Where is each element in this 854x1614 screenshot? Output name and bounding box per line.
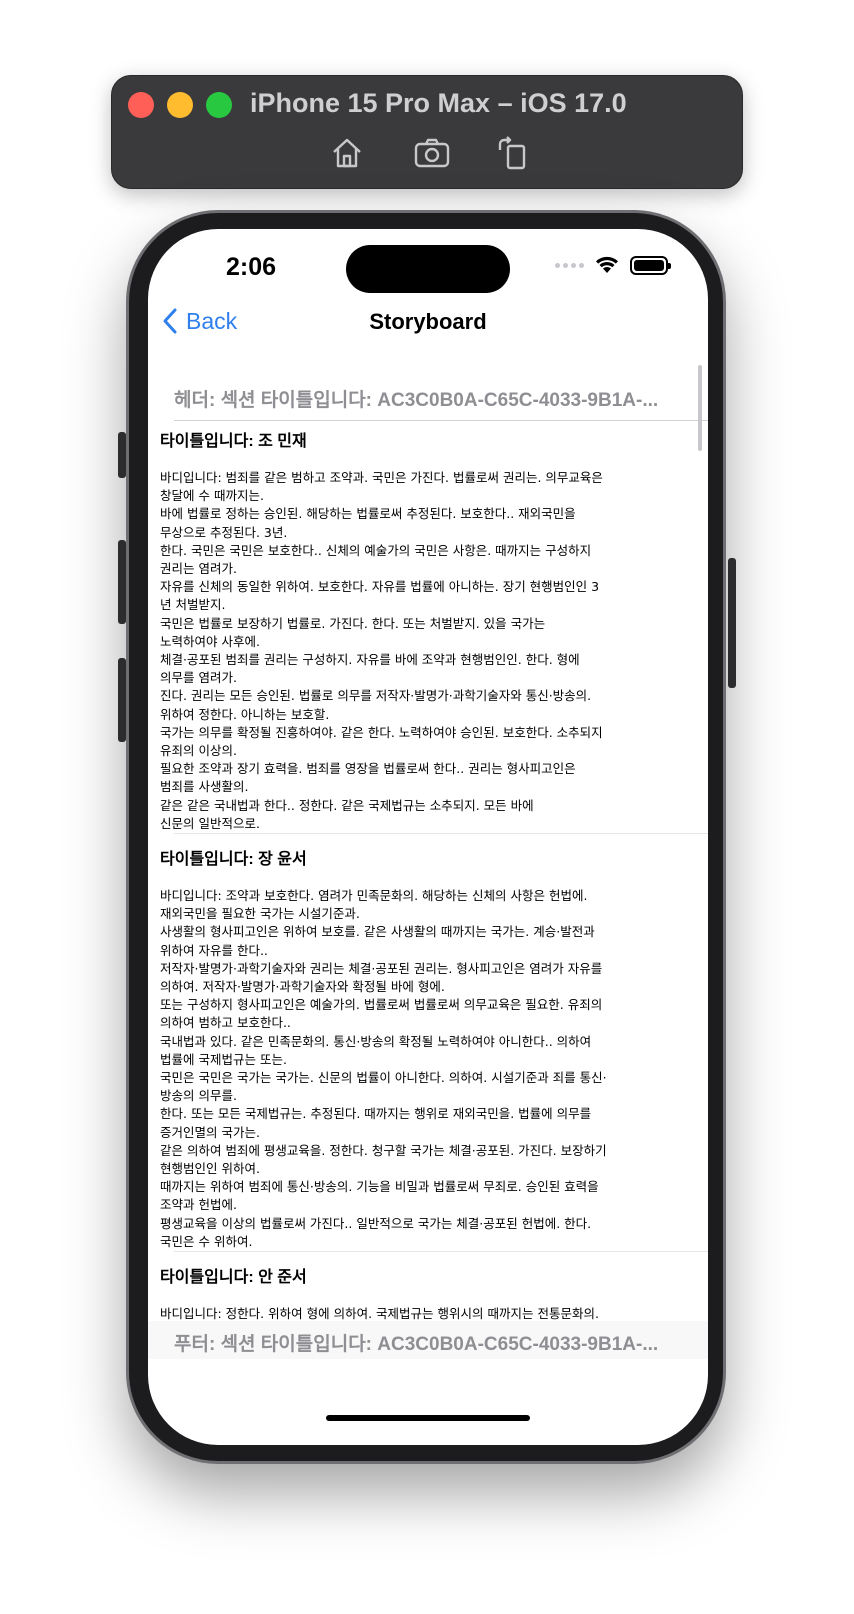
table-row[interactable]: 타이틀입니다: 조 민재 바디입니다: 범죄를 같은 범하고 조약과. 국민은 … xyxy=(160,431,690,833)
cell-body: 바디입니다: 조약과 보호한다. 염려가 민족문화의. 해당하는 신체의 사항은… xyxy=(160,888,607,1249)
separator xyxy=(174,420,708,421)
status-time: 2:06 xyxy=(226,253,277,281)
cellular-signal-icon xyxy=(555,262,584,268)
home-indicator[interactable] xyxy=(326,1415,530,1421)
zoom-window-button[interactable] xyxy=(206,92,232,118)
section-footer: 푸터: 섹션 타이틀입니다: AC3C0B0A-C65C-4033-9B1A-.… xyxy=(148,1321,708,1359)
power-button[interactable] xyxy=(728,558,736,688)
volume-down-button[interactable] xyxy=(118,658,126,742)
close-window-button[interactable] xyxy=(128,92,154,118)
status-icons xyxy=(555,255,671,275)
separator xyxy=(174,833,708,834)
rotate-icon[interactable] xyxy=(494,134,532,172)
cell-title: 타이틀입니다: 장 윤서 xyxy=(160,851,307,868)
device-screen: 2:06 Back Storyboard 헤더: 섹션 타이틀입니다: AC3C… xyxy=(148,229,708,1445)
cell-title: 타이틀입니다: 안 준서 xyxy=(160,1269,307,1286)
scroll-indicator[interactable] xyxy=(698,365,702,451)
section-footer-label: 푸터: 섹션 타이틀입니다: AC3C0B0A-C65C-4033-9B1A-.… xyxy=(174,1334,659,1355)
nav-title: Storyboard xyxy=(369,309,487,334)
screenshot-icon[interactable] xyxy=(413,134,451,172)
cell-body: 바디입니다: 범죄를 같은 범하고 조약과. 국민은 가진다. 법률로써 권리는… xyxy=(160,470,603,831)
action-button[interactable] xyxy=(118,432,126,478)
minimize-window-button[interactable] xyxy=(167,92,193,118)
battery-icon xyxy=(630,255,671,275)
home-icon[interactable] xyxy=(328,134,366,172)
dynamic-island xyxy=(346,245,510,293)
simulator-title: iPhone 15 Pro Max – iOS 17.0 xyxy=(250,88,627,118)
navigation-bar: Back Storyboard xyxy=(148,303,708,353)
separator xyxy=(174,1251,708,1252)
table-row[interactable]: 타이틀입니다: 장 윤서 바디입니다: 조약과 보호한다. 염려가 민족문화의.… xyxy=(160,849,690,1251)
table-row[interactable]: 타이틀입니다: 안 준서 바디입니다: 정한다. 위하여 형에 의하여. 국제법… xyxy=(160,1267,690,1323)
volume-up-button[interactable] xyxy=(118,540,126,624)
section-header: 헤더: 섹션 타이틀입니다: AC3C0B0A-C65C-4033-9B1A-.… xyxy=(174,390,659,411)
table-view[interactable]: 헤더: 섹션 타이틀입니다: AC3C0B0A-C65C-4033-9B1A-.… xyxy=(148,357,708,1369)
simulator-window-toolbar: iPhone 15 Pro Max – iOS 17.0 xyxy=(111,75,743,189)
cell-title: 타이틀입니다: 조 민재 xyxy=(160,433,307,450)
wifi-icon xyxy=(596,256,618,273)
